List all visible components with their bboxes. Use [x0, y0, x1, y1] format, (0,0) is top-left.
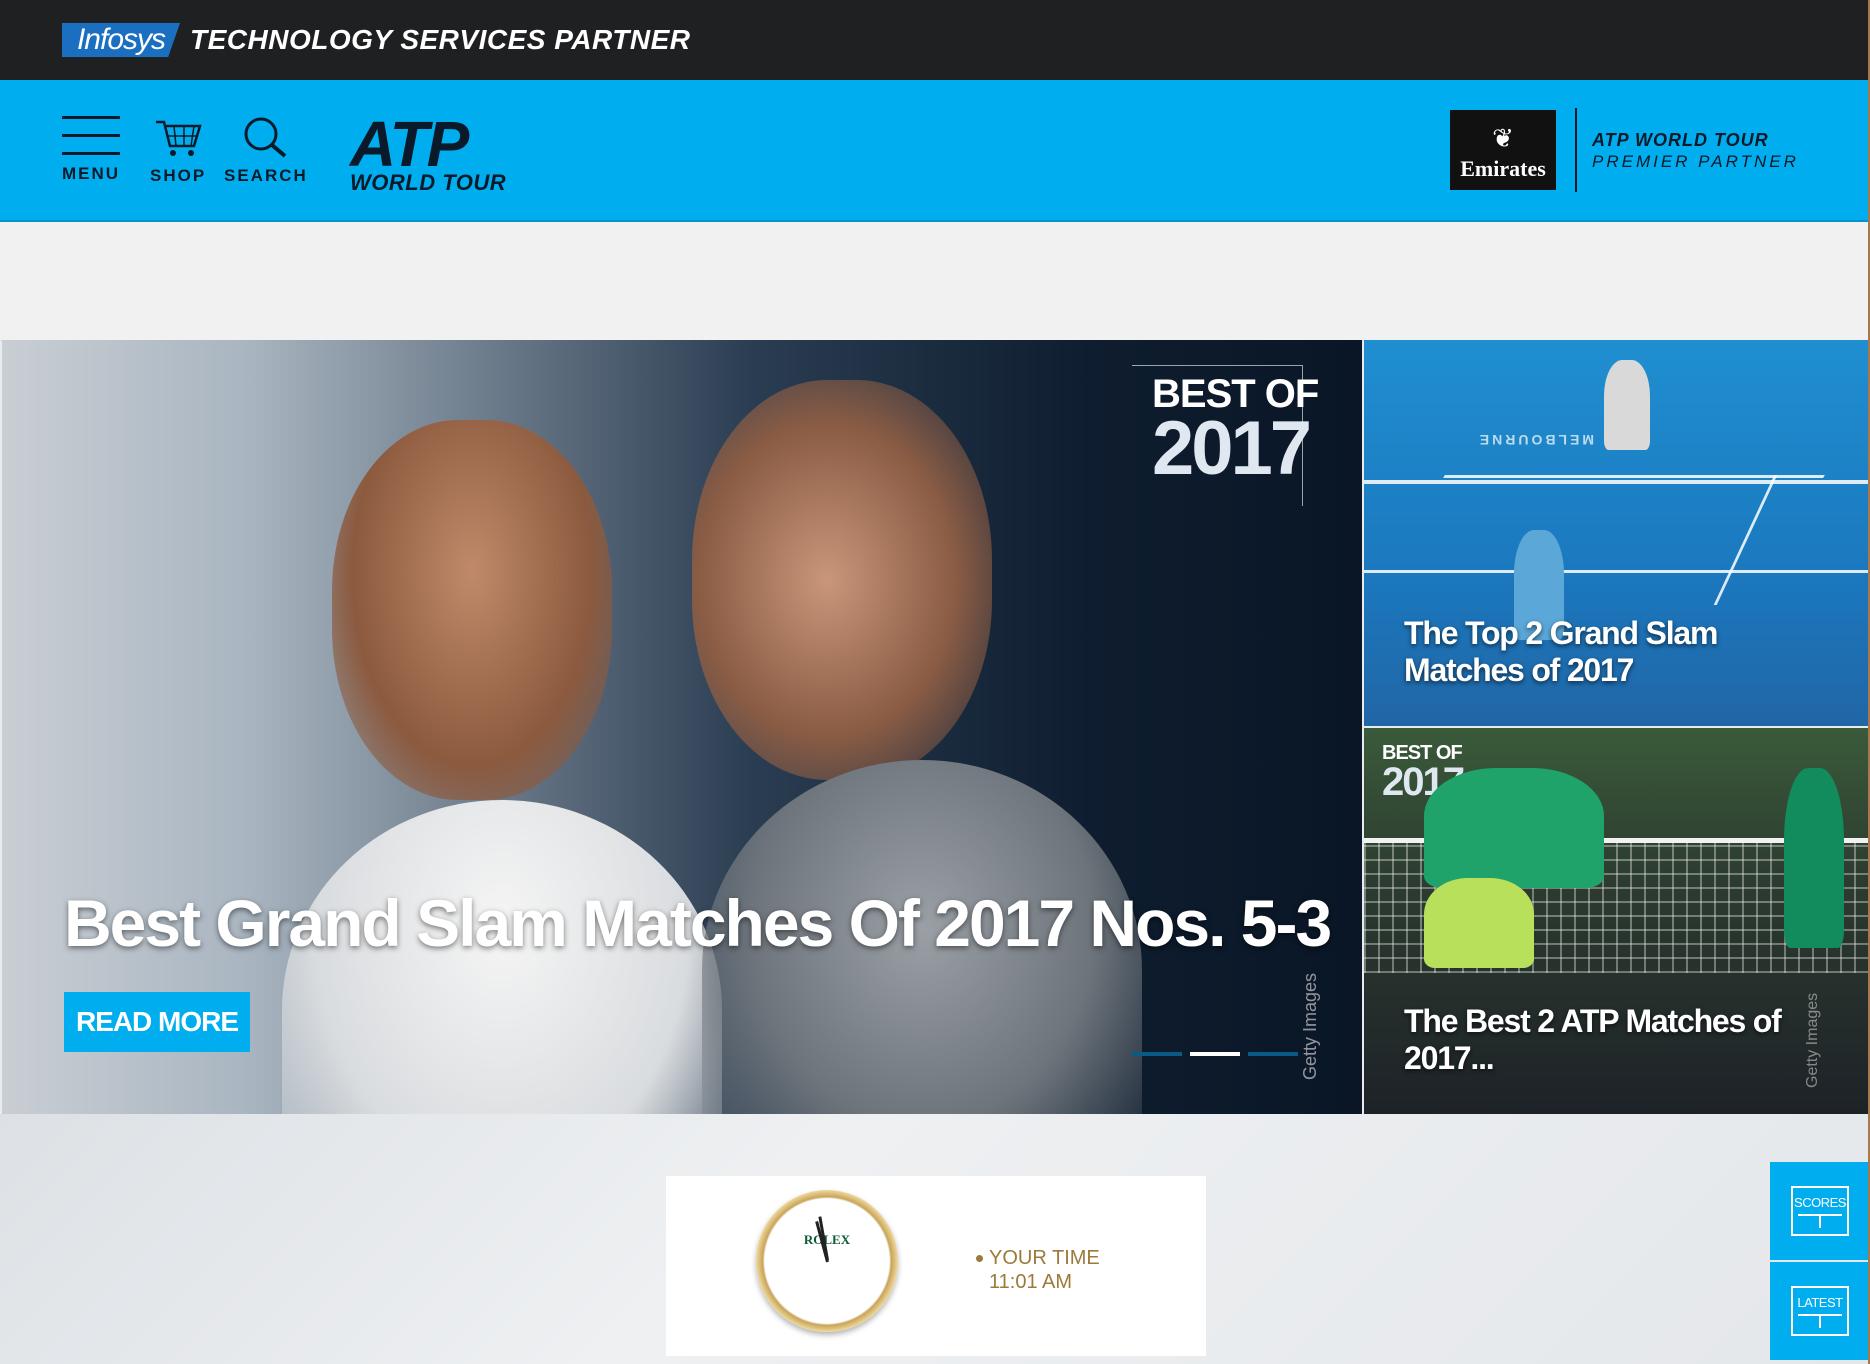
side-card-top2-grand-slam[interactable]: MELBOURNE The Top 2 Grand Slam Matches o… [1364, 340, 1870, 726]
rolex-time-label: YOUR TIME [989, 1247, 1100, 1269]
latest-box-icon [1798, 1313, 1842, 1328]
carousel-dot-active[interactable] [1190, 1052, 1240, 1056]
rolex-clock-icon: ROLEX [756, 1190, 898, 1332]
partner-line1: ATP WORLD TOUR [1592, 130, 1769, 150]
atp-logo-sub: WORLD TOUR [350, 170, 507, 195]
emirates-emblem-icon: ❦ [1492, 123, 1514, 153]
scores-button[interactable]: SCORES [1770, 1162, 1870, 1260]
side-card-title: The Top 2 Grand Slam Matches of 2017 [1404, 615, 1718, 688]
hero-title[interactable]: Best Grand Slam Matches Of 2017 Nos. 5-3 [64, 885, 1332, 961]
partner-line2: PREMIER PARTNER [1592, 151, 1799, 171]
latest-label: LATEST [1797, 1294, 1843, 1310]
main-header: MENU SHOP SEARCH ATP WORLD TOUR ❦ Emirat… [0, 80, 1870, 222]
hero-photo-player-right [692, 380, 992, 780]
hero-photo-player-left [332, 420, 612, 800]
latest-button[interactable]: LATEST [1770, 1262, 1870, 1360]
court-line [1443, 475, 1825, 478]
player-figure [1424, 878, 1534, 968]
search-icon [244, 117, 287, 158]
player-figure [1424, 768, 1604, 888]
hamburger-icon [62, 116, 121, 155]
side-card-title: The Best 2 ATP Matches of 2017... [1404, 1003, 1782, 1076]
court-line [1713, 475, 1778, 605]
carousel-dot[interactable] [1248, 1052, 1298, 1056]
rolex-time-value: 11:01 AM [989, 1271, 1073, 1293]
carousel-indicators [1132, 1052, 1298, 1056]
sponsor-tagline: TECHNOLOGY SERVICES PARTNER [190, 24, 691, 55]
atp-logo[interactable]: ATP WORLD TOUR [350, 112, 506, 194]
player-figure [1784, 768, 1844, 948]
partner-divider [1575, 108, 1577, 192]
best-of-badge: BEST OF 2017 [1152, 374, 1319, 491]
menu-label: MENU [62, 164, 121, 183]
scores-icon: SCORES [1791, 1186, 1849, 1236]
player-figure [1604, 360, 1650, 450]
court-line [1364, 480, 1870, 484]
emirates-wordmark: Emirates [1460, 156, 1546, 181]
partner-text: ATP WORLD TOUR PREMIER PARTNER [1592, 130, 1799, 172]
scores-box-icon [1798, 1213, 1842, 1228]
shop-button[interactable]: SHOP [150, 116, 206, 186]
shop-label: SHOP [150, 166, 207, 185]
court-sponsor-text: MELBOURNE [1476, 432, 1594, 448]
rolex-ad[interactable]: ROLEX YOUR TIME 11:01 AM [666, 1176, 1206, 1356]
best-of-badge-line2: 2017 [1152, 406, 1312, 491]
hero-slide[interactable]: BEST OF 2017 Best Grand Slam Matches Of … [2, 340, 1362, 1114]
menu-button[interactable]: MENU [62, 116, 121, 184]
carousel-dot[interactable] [1132, 1052, 1182, 1056]
emirates-logo[interactable]: ❦ Emirates [1450, 110, 1556, 190]
search-button[interactable]: SEARCH [224, 116, 308, 186]
ad-placeholder [0, 222, 1870, 341]
photo-credit: Getty Images [1300, 972, 1320, 1080]
infosys-logo[interactable]: Infosys [62, 23, 180, 57]
atp-logo-main: ATP [350, 108, 469, 180]
court-line [1364, 570, 1870, 573]
scores-label: SCORES [1794, 1194, 1846, 1210]
side-card-best2-atp[interactable]: BEST OF 2017 The Best 2 ATP Matches of 2… [1364, 728, 1870, 1114]
sponsor-bar: Infosys TECHNOLOGY SERVICES PARTNER [0, 0, 1870, 80]
photo-credit: Getty Images [1804, 992, 1821, 1088]
rolex-brand: ROLEX [803, 1232, 851, 1247]
bullet-icon [976, 1255, 983, 1263]
read-more-button[interactable]: READ MORE [64, 992, 250, 1052]
search-label: SEARCH [224, 166, 308, 185]
rolex-time-block: YOUR TIME 11:01 AM [976, 1246, 1100, 1294]
latest-icon: LATEST [1791, 1286, 1849, 1336]
cart-icon [156, 120, 202, 156]
